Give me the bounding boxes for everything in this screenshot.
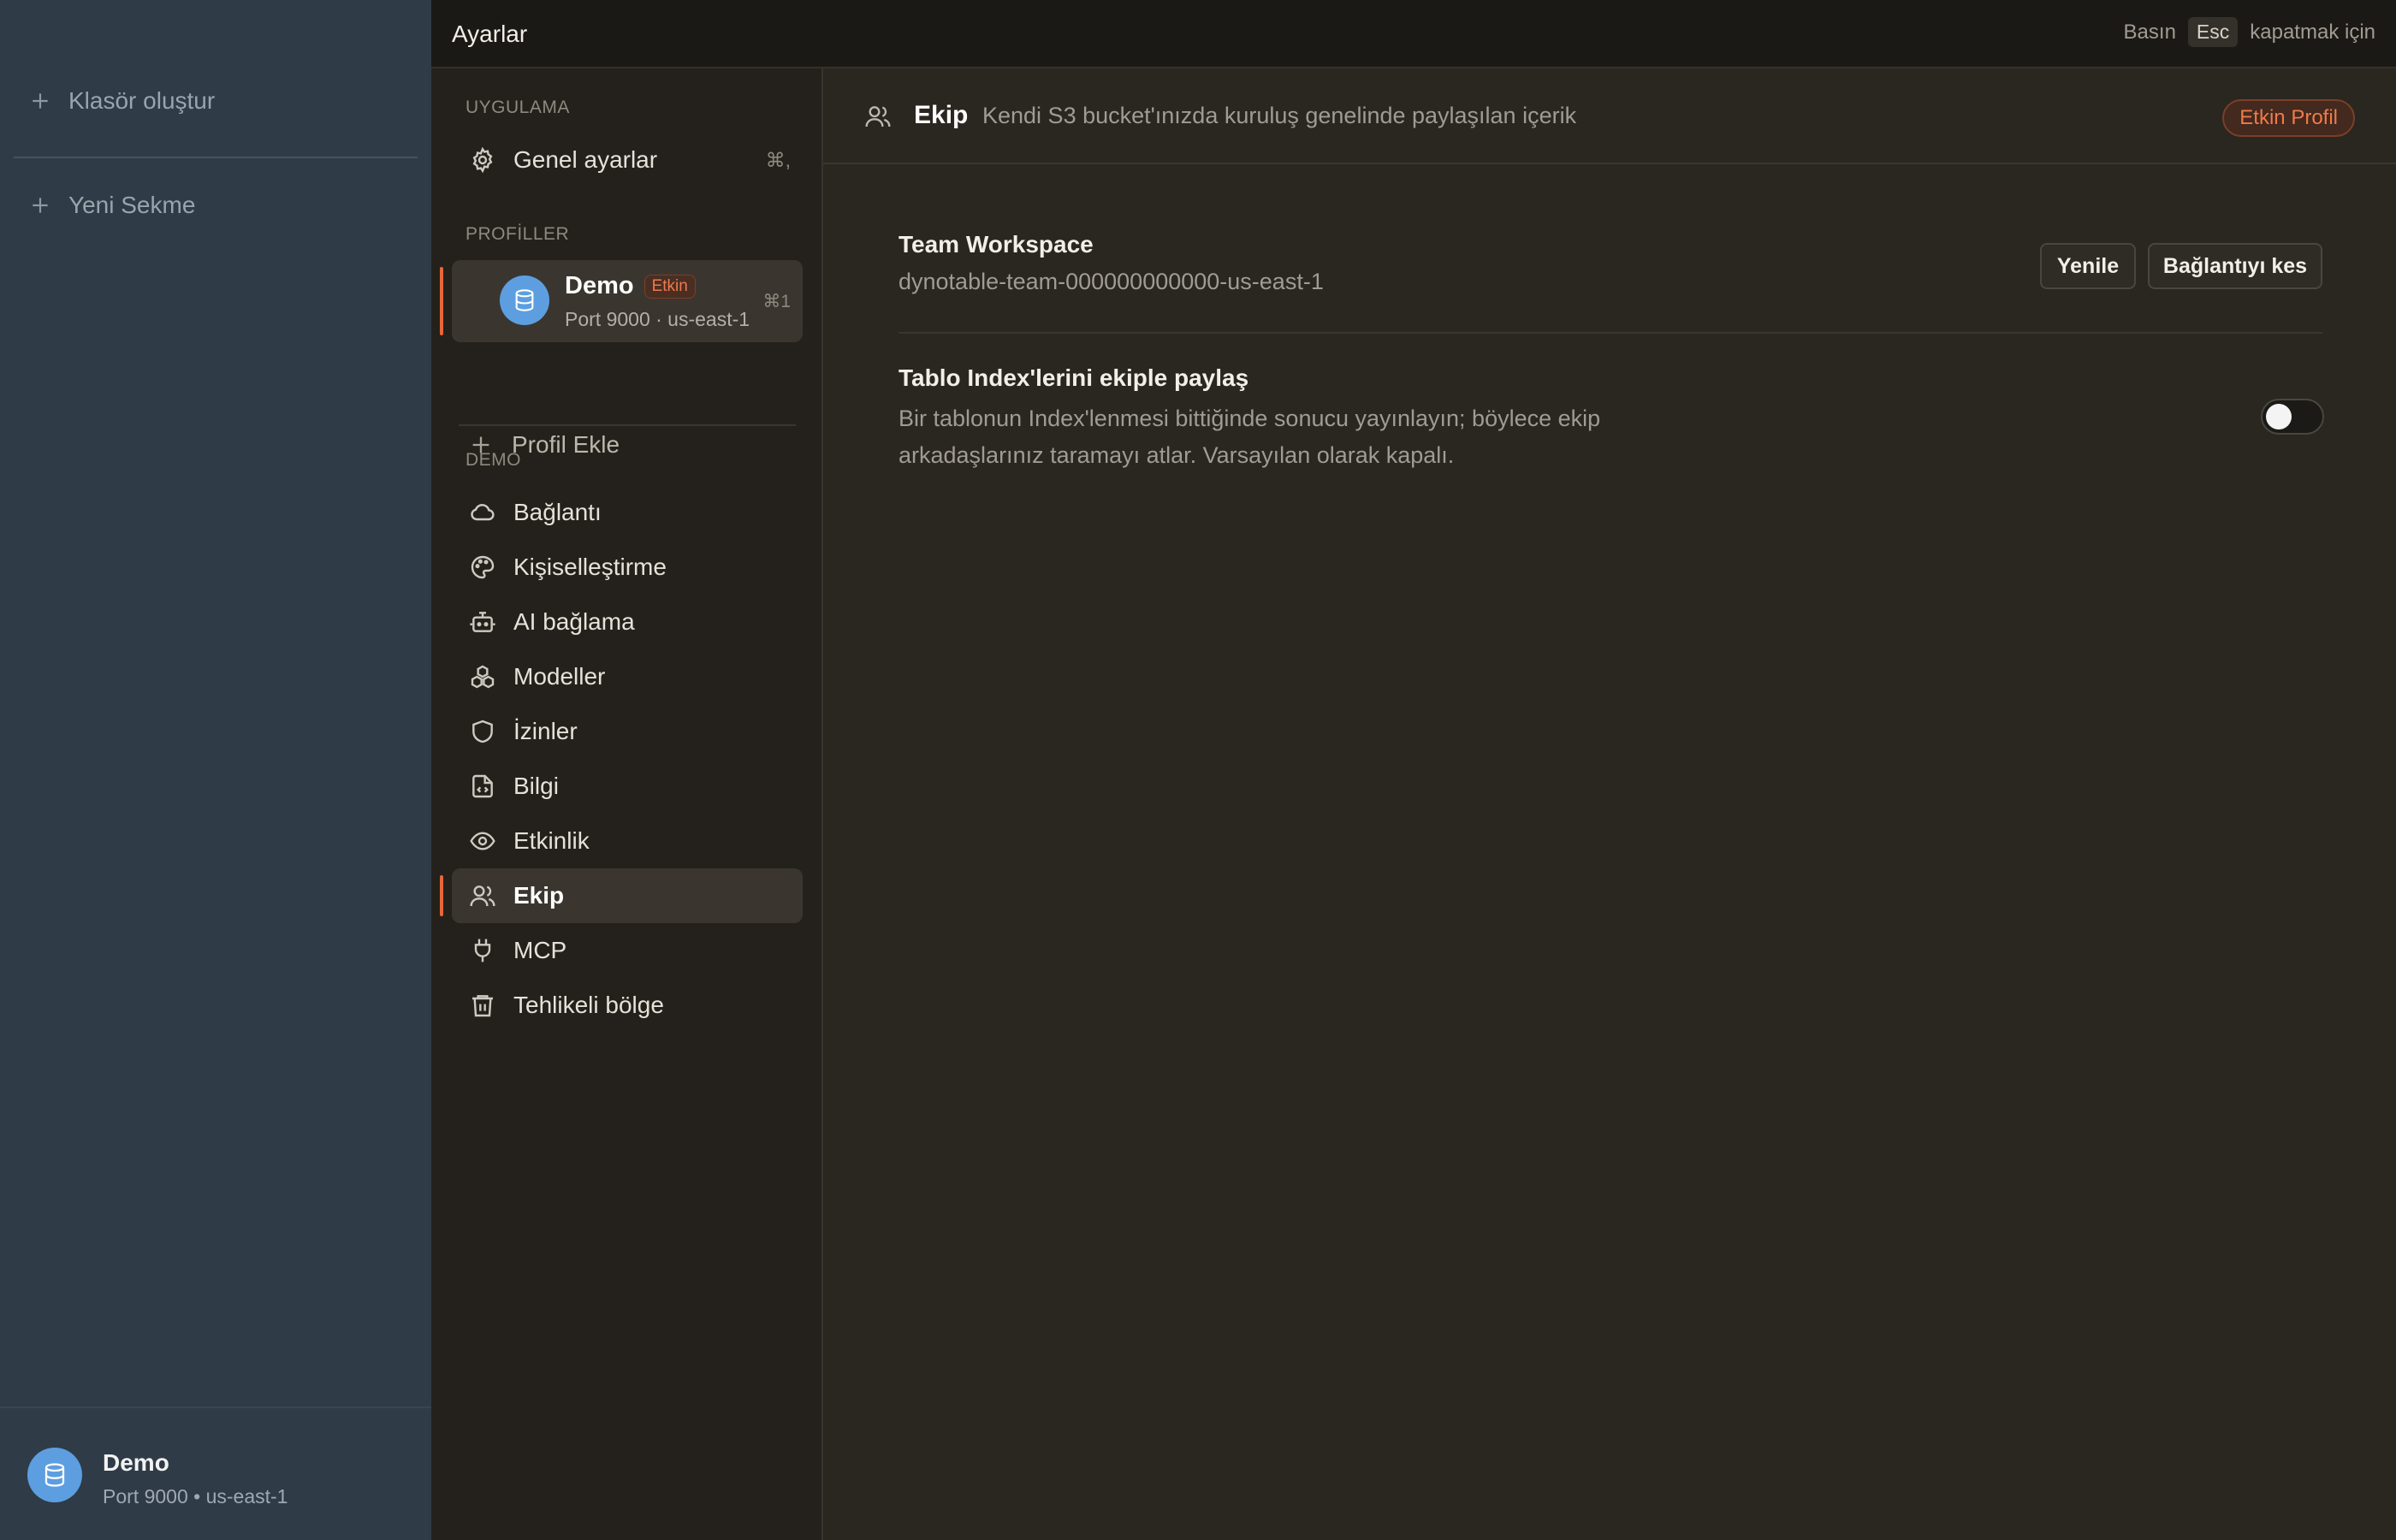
add-profile-label: Profil Ekle bbox=[512, 431, 620, 458]
nav-item-label: Bağlantı bbox=[513, 499, 602, 525]
settings-header: Ayarlar Basın Esc kapatmak için bbox=[431, 0, 2396, 68]
disconnect-button[interactable]: Bağlantıyı kes bbox=[2148, 243, 2322, 289]
nav-item-label: Tehlikeli bölge bbox=[513, 992, 664, 1018]
workspace-id: dynotable-team-000000000000-us-east-1 bbox=[898, 269, 1324, 294]
profile-card-demo[interactable]: Demo Etkin Port 9000 · us-east-1 ⌘1 bbox=[452, 260, 803, 342]
eye-icon bbox=[470, 832, 495, 850]
nav-item-label: Modeller bbox=[513, 663, 606, 690]
nav-active-indicator bbox=[440, 875, 443, 916]
database-icon bbox=[515, 289, 534, 311]
plug-icon bbox=[474, 939, 491, 962]
profile-active-indicator bbox=[440, 267, 443, 335]
workspace-title: Team Workspace bbox=[898, 231, 1094, 258]
panel-description: Kendi S3 bucket'ınızda kuruluş genelinde… bbox=[982, 103, 1577, 128]
shield-icon bbox=[472, 720, 493, 743]
nav-item-label: Bilgi bbox=[513, 773, 559, 799]
section-profiles: PROFİLLER bbox=[466, 224, 570, 244]
row-divider bbox=[898, 332, 2322, 334]
profile-name-text: Demo bbox=[565, 272, 634, 299]
nav-item-label: Kişiselleştirme bbox=[513, 554, 667, 580]
esc-hint: Basın Esc kapatmak için bbox=[2124, 17, 2375, 47]
share-index-desc-line2: arkadaşlarınız taramayı atlar. Varsayıla… bbox=[898, 442, 1455, 468]
nav-item-ai-binding[interactable]: AI bağlama bbox=[452, 595, 803, 649]
nav-item-label: Genel ayarlar bbox=[513, 146, 658, 173]
file-code-icon bbox=[472, 774, 493, 798]
nav-item-activity[interactable]: Etkinlik bbox=[452, 814, 803, 868]
settings-nav: UYGULAMA Genel ayarlar ⌘, PROFİLLER Demo… bbox=[431, 68, 823, 1540]
users-icon bbox=[865, 106, 891, 127]
nav-item-connection[interactable]: Bağlantı bbox=[452, 485, 803, 540]
trash-icon bbox=[472, 995, 493, 1017]
toggle-knob bbox=[2266, 404, 2292, 429]
settings-title: Ayarlar bbox=[452, 21, 528, 47]
nav-item-personalization[interactable]: Kişiselleştirme bbox=[452, 540, 803, 595]
database-avatar bbox=[500, 275, 549, 325]
share-index-toggle[interactable] bbox=[2261, 399, 2324, 435]
gear-icon bbox=[472, 146, 493, 174]
sidebar-divider bbox=[14, 157, 418, 158]
palette-icon bbox=[471, 555, 495, 579]
boxes-icon bbox=[471, 665, 495, 689]
hint-press: Basın bbox=[2123, 20, 2176, 44]
hint-close: kapatmak için bbox=[2250, 20, 2375, 44]
nav-item-label: MCP bbox=[513, 937, 567, 963]
cloud-icon bbox=[471, 504, 495, 521]
profile-name: Demo Etkin bbox=[565, 272, 696, 300]
database-avatar bbox=[27, 1448, 82, 1502]
general-shortcut: ⌘, bbox=[765, 148, 791, 171]
profile-sub: Port 9000 · us-east-1 bbox=[565, 308, 750, 330]
create-folder-button[interactable]: Klasör oluştur bbox=[29, 87, 215, 115]
nav-item-general[interactable]: Genel ayarlar ⌘, bbox=[452, 133, 803, 187]
esc-key: Esc bbox=[2187, 17, 2239, 47]
section-app: UYGULAMA bbox=[466, 98, 570, 117]
nav-item-danger-zone[interactable]: Tehlikeli bölge bbox=[452, 978, 803, 1033]
refresh-button[interactable]: Yenile bbox=[2040, 243, 2136, 289]
users-icon bbox=[470, 886, 495, 907]
footer-profile-name: Demo bbox=[103, 1449, 169, 1476]
plus-icon bbox=[33, 93, 48, 109]
team-settings-panel: Ekip Kendi S3 bucket'ınızda kuruluş gene… bbox=[823, 68, 2396, 1540]
nav-item-models[interactable]: Modeller bbox=[452, 649, 803, 704]
nav-item-mcp[interactable]: MCP bbox=[452, 923, 803, 978]
panel-header: Ekip Kendi S3 bucket'ınızda kuruluş gene… bbox=[823, 68, 2396, 164]
plus-icon bbox=[33, 198, 48, 213]
nav-item-label: İzinler bbox=[513, 718, 578, 744]
app-sidebar: Klasör oluştur Yeni Sekme Demo Port 9000… bbox=[0, 0, 431, 1540]
active-profile-badge: Etkin Profil bbox=[2222, 99, 2355, 137]
connection-footer[interactable]: Demo Port 9000 • us-east-1 bbox=[0, 1407, 431, 1540]
profile-shortcut: ⌘1 bbox=[762, 292, 791, 311]
new-tab-label: Yeni Sekme bbox=[68, 192, 196, 218]
nav-item-label: Etkinlik bbox=[513, 827, 590, 854]
nav-item-label: Ekip bbox=[513, 882, 565, 909]
share-index-desc-line1: Bir tablonun Index'lenmesi bittiğinde so… bbox=[898, 406, 1601, 431]
footer-profile-sub: Port 9000 • us-east-1 bbox=[103, 1485, 288, 1507]
database-icon bbox=[44, 1463, 65, 1487]
section-demo: DEMO bbox=[466, 450, 521, 470]
nav-item-label: AI bağlama bbox=[513, 608, 635, 635]
new-tab-button[interactable]: Yeni Sekme bbox=[29, 192, 195, 219]
nav-divider bbox=[459, 424, 796, 426]
panel-title: Ekip bbox=[914, 101, 969, 129]
nav-item-team[interactable]: Ekip bbox=[452, 868, 803, 923]
create-folder-label: Klasör oluştur bbox=[68, 87, 216, 114]
bot-icon bbox=[470, 612, 495, 632]
profile-active-badge: Etkin bbox=[643, 274, 696, 299]
share-index-title: Tablo Index'lerini ekiple paylaş bbox=[898, 364, 1249, 391]
nav-item-permissions[interactable]: İzinler bbox=[452, 704, 803, 759]
nav-item-info[interactable]: Bilgi bbox=[452, 759, 803, 814]
